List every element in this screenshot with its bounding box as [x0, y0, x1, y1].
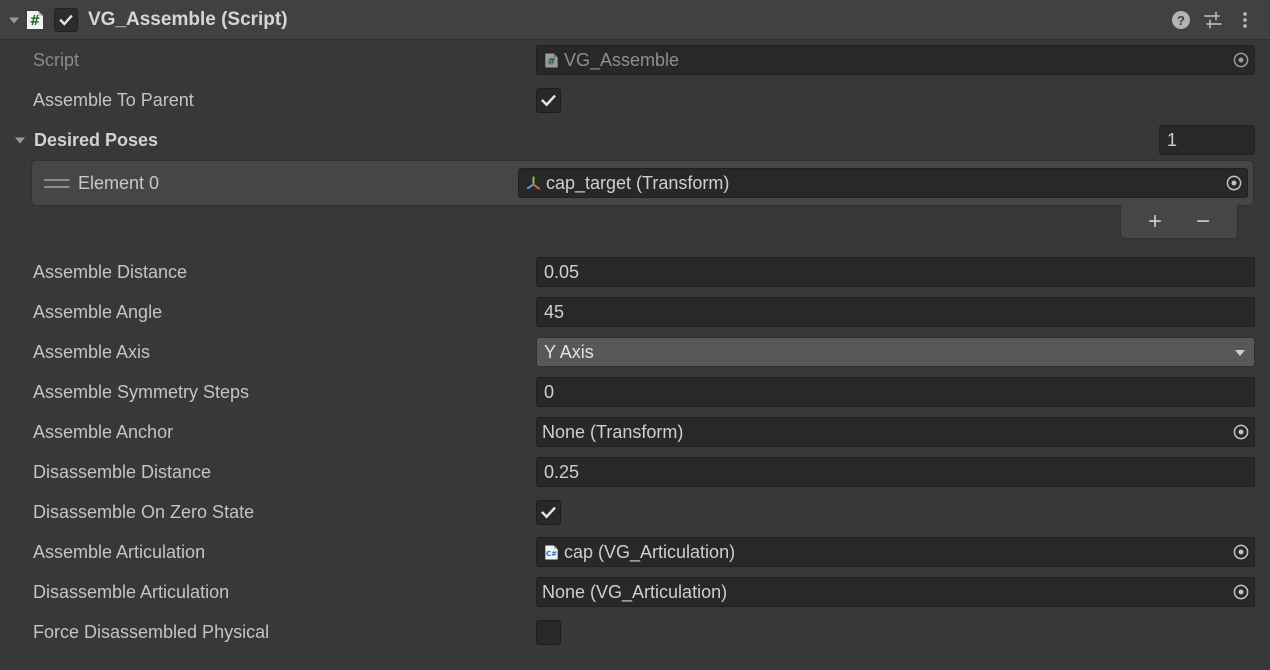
chevron-down-icon: [1231, 345, 1249, 359]
field-script: # VG_Assemble: [536, 45, 1255, 75]
assemble-anchor-object-picker-icon[interactable]: [1230, 419, 1252, 445]
svg-text:?: ?: [1177, 13, 1185, 28]
row-assemble-distance: Assemble Distance 0.05: [0, 252, 1270, 292]
field-force-disassembled-physical: [536, 619, 1255, 645]
label-disassemble-distance: Disassemble Distance: [33, 461, 212, 482]
field-assemble-angle: 45: [536, 297, 1255, 327]
row-desired-poses-header: Desired Poses 1: [0, 120, 1270, 160]
help-icon[interactable]: ?: [1168, 7, 1194, 33]
assemble-articulation-object-field[interactable]: C# cap (VG_Articulation): [536, 537, 1255, 567]
assemble-articulation-value: cap (VG_Articulation): [564, 541, 736, 562]
desired-poses-foldout-triangle-icon[interactable]: [12, 132, 28, 148]
element-0-object-field[interactable]: cap_target (Transform): [518, 168, 1248, 198]
assemble-anchor-value: None (Transform): [542, 421, 684, 442]
preset-sliders-icon[interactable]: [1200, 7, 1226, 33]
desired-poses-list-footer: + −: [31, 205, 1254, 239]
component-foldout-triangle-icon[interactable]: [6, 12, 22, 28]
list-item[interactable]: Element 0 cap_target (Transform): [31, 160, 1254, 206]
label-assemble-articulation: Assemble Articulation: [33, 541, 206, 562]
disassemble-articulation-object-field[interactable]: None (VG_Articulation): [536, 577, 1255, 607]
force-disassembled-physical-checkbox[interactable]: [536, 619, 561, 645]
assemble-axis-dropdown[interactable]: Y Axis: [536, 337, 1255, 367]
script-object-value: VG_Assemble: [564, 49, 680, 70]
component-title: VG_Assemble (Script): [88, 8, 288, 30]
row-disassemble-distance: Disassemble Distance 0.25: [0, 452, 1270, 492]
csharp-script-icon: #: [24, 9, 46, 31]
label-assemble-anchor: Assemble Anchor: [33, 421, 174, 442]
row-assemble-axis: Assemble Axis Y Axis: [0, 332, 1270, 372]
label-assemble-distance: Assemble Distance: [33, 261, 188, 282]
drag-handle-icon[interactable]: [44, 173, 70, 193]
label-disassemble-articulation: Disassemble Articulation: [33, 581, 230, 602]
assemble-to-parent-checkbox[interactable]: [536, 87, 561, 113]
assemble-symmetry-steps-input[interactable]: 0: [536, 377, 1255, 407]
label-assemble-symmetry-steps: Assemble Symmetry Steps: [33, 381, 250, 402]
row-disassemble-articulation: Disassemble Articulation None (VG_Articu…: [0, 572, 1270, 612]
assemble-axis-value: Y Axis: [544, 341, 594, 362]
row-assemble-articulation: Assemble Articulation C# cap (VG_Articul…: [0, 532, 1270, 572]
field-assemble-axis: Y Axis: [536, 337, 1255, 367]
row-assemble-to-parent: Assemble To Parent: [0, 80, 1270, 120]
row-assemble-anchor: Assemble Anchor None (Transform): [0, 412, 1270, 452]
field-disassemble-articulation: None (VG_Articulation): [536, 577, 1255, 607]
component-header[interactable]: # VG_Assemble (Script) ?: [0, 0, 1270, 40]
assemble-articulation-object-picker-icon[interactable]: [1230, 539, 1252, 565]
row-assemble-angle: Assemble Angle 45: [0, 292, 1270, 332]
list-item-label: Element 0: [78, 172, 160, 193]
list-footer-buttons: + −: [1120, 205, 1238, 239]
transform-gizmo-icon: [524, 174, 543, 193]
field-assemble-distance: 0.05: [536, 257, 1255, 287]
disassemble-articulation-value: None (VG_Articulation): [542, 581, 728, 602]
element-0-object-picker-icon[interactable]: [1223, 170, 1245, 196]
list-bottom-gap: [0, 239, 1270, 252]
component-enabled-checkbox[interactable]: [54, 7, 78, 32]
field-disassemble-distance: 0.25: [536, 457, 1255, 487]
csharp-script-icon-blue: C#: [542, 543, 561, 562]
label-disassemble-on-zero-state: Disassemble On Zero State: [33, 501, 255, 522]
field-assemble-to-parent: [536, 87, 1255, 113]
more-options-icon[interactable]: [1232, 7, 1258, 33]
label-assemble-angle: Assemble Angle: [33, 301, 163, 322]
desired-poses-list: Element 0 cap_target (Transform) + −: [31, 160, 1254, 239]
label-force-disassembled-physical: Force Disassembled Physical: [33, 621, 270, 642]
csharp-script-icon: #: [542, 51, 561, 70]
script-object-field: # VG_Assemble: [536, 45, 1255, 75]
script-object-picker-icon: [1230, 47, 1252, 73]
svg-text:#: #: [30, 14, 41, 29]
row-disassemble-on-zero-state: Disassemble On Zero State: [0, 492, 1270, 532]
field-assemble-anchor: None (Transform): [536, 417, 1255, 447]
row-assemble-symmetry-steps: Assemble Symmetry Steps 0: [0, 372, 1270, 412]
remove-element-button[interactable]: −: [1192, 209, 1214, 233]
label-assemble-to-parent: Assemble To Parent: [33, 89, 194, 110]
assemble-angle-input[interactable]: 45: [536, 297, 1255, 327]
row-force-disassembled-physical: Force Disassembled Physical: [0, 612, 1270, 652]
field-assemble-symmetry-steps: 0: [536, 377, 1255, 407]
svg-text:C#: C#: [546, 549, 557, 557]
assemble-distance-input[interactable]: 0.05: [536, 257, 1255, 287]
label-assemble-axis: Assemble Axis: [33, 341, 151, 362]
component-body: Script # VG_Assemble Assemble To Parent: [0, 40, 1270, 652]
row-script: Script # VG_Assemble: [0, 40, 1270, 80]
label-desired-poses: Desired Poses: [34, 129, 159, 150]
field-assemble-articulation: C# cap (VG_Articulation): [536, 537, 1255, 567]
label-script: Script: [33, 49, 80, 70]
disassemble-on-zero-state-checkbox[interactable]: [536, 499, 561, 525]
disassemble-distance-input[interactable]: 0.25: [536, 457, 1255, 487]
field-disassemble-on-zero-state: [536, 499, 1255, 525]
assemble-anchor-object-field[interactable]: None (Transform): [536, 417, 1255, 447]
desired-poses-size-field[interactable]: 1: [1159, 125, 1255, 155]
svg-text:#: #: [547, 56, 555, 67]
disassemble-articulation-object-picker-icon[interactable]: [1230, 579, 1252, 605]
add-element-button[interactable]: +: [1144, 209, 1166, 233]
element-0-object-value: cap_target (Transform): [546, 172, 730, 193]
